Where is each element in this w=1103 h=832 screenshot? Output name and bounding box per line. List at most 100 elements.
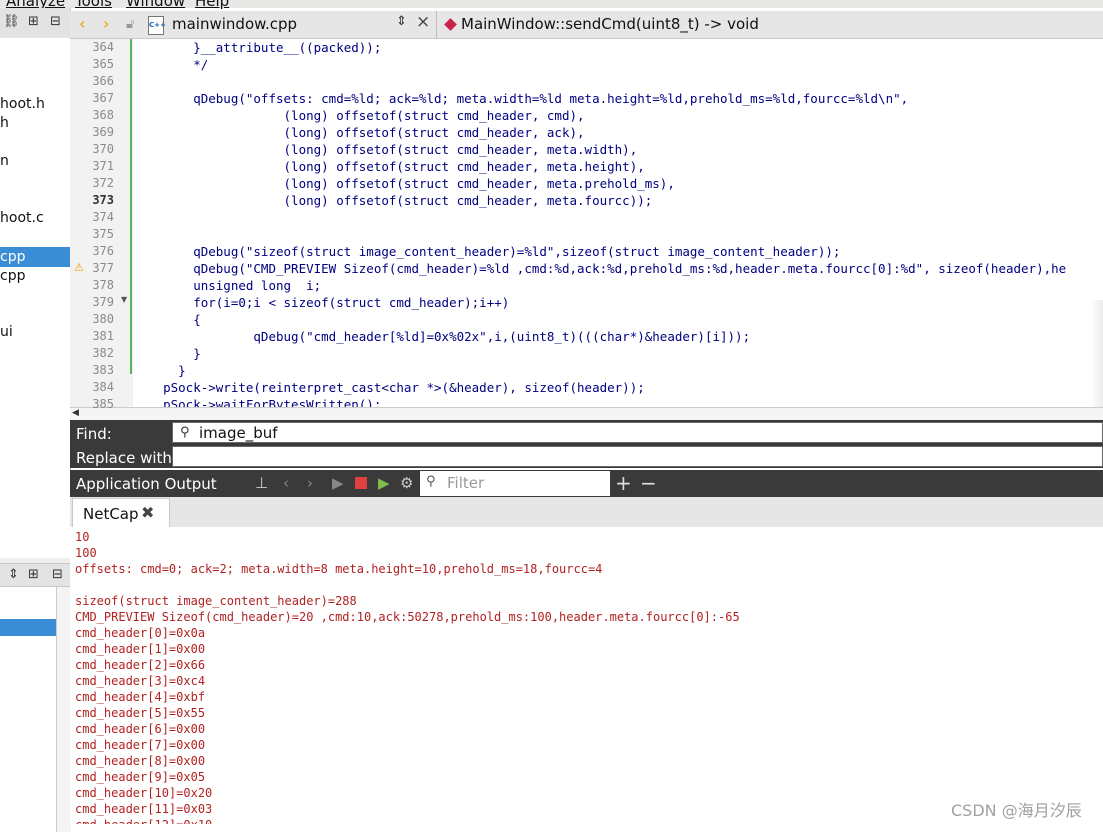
application-output-log[interactable]: 10 100 offsets: cmd=0; ack=2; meta.width=8… xyxy=(70,527,1103,824)
file-tree-item[interactable]: h xyxy=(0,113,70,133)
add-icon[interactable]: + xyxy=(615,471,632,495)
file-tree-item[interactable]: hoot.c xyxy=(0,208,70,228)
line-number: 382 xyxy=(92,346,114,360)
output-line: cmd_header[5]=0x55 xyxy=(75,706,206,720)
file-tree-item-selected[interactable]: cpp xyxy=(0,247,70,267)
code-line[interactable]: } xyxy=(133,362,186,379)
application-output-toolbar: Application Output ⊥ ‹ › ▶ ▶ ⚙ ⚲ Filter … xyxy=(70,470,1103,497)
diff-marker xyxy=(130,39,132,374)
file-tree-item[interactable]: hoot.h xyxy=(0,94,70,114)
prev-item-icon[interactable]: ‹ xyxy=(283,474,289,492)
code-line[interactable]: unsigned long i; xyxy=(133,277,321,294)
symbol-selector[interactable]: MainWindow::sendCmd(uint8_t) -> void xyxy=(461,15,759,33)
lock-icon: 🔓︎ xyxy=(126,17,135,32)
document-dropdown-icon[interactable]: ⇕ xyxy=(396,14,407,29)
search-icon[interactable]: ⚲ xyxy=(180,425,190,440)
file-tree-item[interactable]: n xyxy=(0,151,70,171)
panel-title: Application Output xyxy=(76,475,217,493)
open-document-selected[interactable] xyxy=(0,619,56,636)
code-line[interactable]: qDebug("offsets: cmd=%ld; ack=%ld; meta.… xyxy=(133,90,908,107)
line-number: 368 xyxy=(92,108,114,122)
stop-icon[interactable] xyxy=(355,477,367,489)
code-line[interactable]: */ xyxy=(133,56,208,73)
code-line[interactable]: { xyxy=(133,311,201,328)
code-line[interactable]: (long) offsetof(struct cmd_header, ack), xyxy=(133,124,585,141)
menu-tools[interactable]: Tools xyxy=(75,0,112,10)
updown-icon[interactable]: ⇕ xyxy=(8,567,19,582)
line-number: 383 xyxy=(92,363,114,377)
code-line[interactable]: (long) offsetof(struct cmd_header, cmd), xyxy=(133,107,585,124)
code-line[interactable]: pSock->waitForBytesWritten(); xyxy=(133,396,381,407)
output-line: cmd_header[10]=0x20 xyxy=(75,786,213,800)
output-line: cmd_header[6]=0x00 xyxy=(75,722,206,736)
output-line: cmd_header[4]=0xbf xyxy=(75,690,206,704)
close-pane-icon[interactable]: ⊟ xyxy=(52,567,63,582)
line-number: 369 xyxy=(92,125,114,139)
menu-help[interactable]: Help xyxy=(195,0,229,10)
file-tree-item[interactable]: cpp xyxy=(0,266,70,286)
code-line[interactable]: } xyxy=(133,345,201,362)
code-line[interactable]: (long) offsetof(struct cmd_header, meta.… xyxy=(133,141,638,158)
cpp-file-icon: C++ xyxy=(148,16,166,35)
link-icon[interactable]: ⛓ xyxy=(3,14,20,29)
code-editor[interactable]: }__attribute__((packed)); */ qDebug("off… xyxy=(133,39,1103,407)
scrollbar[interactable] xyxy=(56,587,71,832)
output-line: CMD_PREVIEW Sizeof(cmd_header)=20 ,cmd:1… xyxy=(75,610,740,624)
line-number: 381 xyxy=(92,329,114,343)
line-number: 370 xyxy=(92,142,114,156)
back-arrow-icon[interactable]: ‹ xyxy=(79,14,85,33)
close-tab-icon[interactable]: ✖ xyxy=(141,503,154,522)
output-line: cmd_header[8]=0x00 xyxy=(75,754,206,768)
line-number: 378 xyxy=(92,278,114,292)
settings-gear-icon[interactable]: ⚙ xyxy=(400,474,413,492)
tab-netcap[interactable]: NetCap ✖ xyxy=(72,498,170,528)
function-icon xyxy=(444,18,457,31)
divider xyxy=(436,11,437,38)
split-icon[interactable]: ⊞ xyxy=(28,567,39,582)
line-number: 371 xyxy=(92,159,114,173)
code-line[interactable]: qDebug("sizeof(struct image_content_head… xyxy=(133,243,840,260)
replace-input[interactable] xyxy=(172,446,1103,467)
close-document-icon[interactable]: × xyxy=(416,12,430,32)
code-line[interactable]: (long) offsetof(struct cmd_header, meta.… xyxy=(133,175,675,192)
attach-debugger-icon[interactable]: ▶ xyxy=(378,474,390,492)
find-input[interactable]: ⚲ image_buf xyxy=(172,422,1103,443)
next-item-icon[interactable]: › xyxy=(307,474,313,492)
find-input-value: image_buf xyxy=(199,424,278,442)
filter-placeholder: Filter xyxy=(447,474,485,492)
code-line[interactable]: (long) offsetof(struct cmd_header, meta.… xyxy=(133,158,645,175)
line-number: 364 xyxy=(92,40,114,54)
output-filter-input[interactable]: ⚲ Filter xyxy=(420,471,610,496)
line-number: 385 xyxy=(92,397,114,411)
tooltip-shadow xyxy=(1091,300,1103,420)
output-line: cmd_header[3]=0xc4 xyxy=(75,674,206,688)
line-number: 380 xyxy=(92,312,114,326)
clear-output-icon[interactable]: ⊥ xyxy=(255,474,268,492)
run-icon[interactable]: ▶ xyxy=(332,474,344,492)
file-tree: hoot.h h n hoot.c cpp cpp ui xyxy=(0,38,70,558)
horizontal-scrollbar[interactable]: ◀ xyxy=(70,407,1103,420)
output-line: sizeof(struct image_content_header)=288 xyxy=(75,594,357,608)
line-number: 377 xyxy=(92,261,114,275)
code-line[interactable]: (long) offsetof(struct cmd_header, meta.… xyxy=(133,192,653,209)
menu-window[interactable]: Window xyxy=(126,0,185,10)
code-line[interactable]: qDebug("CMD_PREVIEW Sizeof(cmd_header)=%… xyxy=(133,260,1066,277)
line-number: 367 xyxy=(92,91,114,105)
sidebar-toolbar: ⛓ ⊞ ⊟ xyxy=(0,8,70,39)
forward-arrow-icon[interactable]: › xyxy=(103,14,109,33)
editor-toolbar: ‹ › 🔓︎ C++ mainwindow.cpp ⇕ × MainWindow… xyxy=(70,11,1103,39)
code-line[interactable]: }__attribute__((packed)); xyxy=(133,39,381,56)
split-icon[interactable]: ⊞ xyxy=(28,14,39,29)
code-line[interactable]: for(i=0;i < sizeof(struct cmd_header);i+… xyxy=(133,294,509,311)
code-line[interactable]: pSock->write(reinterpret_cast<char *>(&h… xyxy=(133,379,645,396)
file-tree-item[interactable]: ui xyxy=(0,322,70,342)
code-line[interactable]: qDebug("cmd_header[%ld]=0x%02x",i,(uint8… xyxy=(133,328,750,345)
line-number: 375 xyxy=(92,227,114,241)
project-sidebar: ⛓ ⊞ ⊟ hoot.h h n hoot.c cpp cpp ui ⇕ ⊞ ⊟ xyxy=(0,8,71,832)
output-line: offsets: cmd=0; ack=2; meta.width=8 meta… xyxy=(75,562,603,576)
minus-icon[interactable]: − xyxy=(640,471,657,495)
document-name[interactable]: mainwindow.cpp xyxy=(172,15,297,33)
open-documents-list xyxy=(0,587,56,832)
fold-arrow-icon[interactable]: ▼ xyxy=(121,295,127,304)
close-pane-icon[interactable]: ⊟ xyxy=(50,14,61,29)
